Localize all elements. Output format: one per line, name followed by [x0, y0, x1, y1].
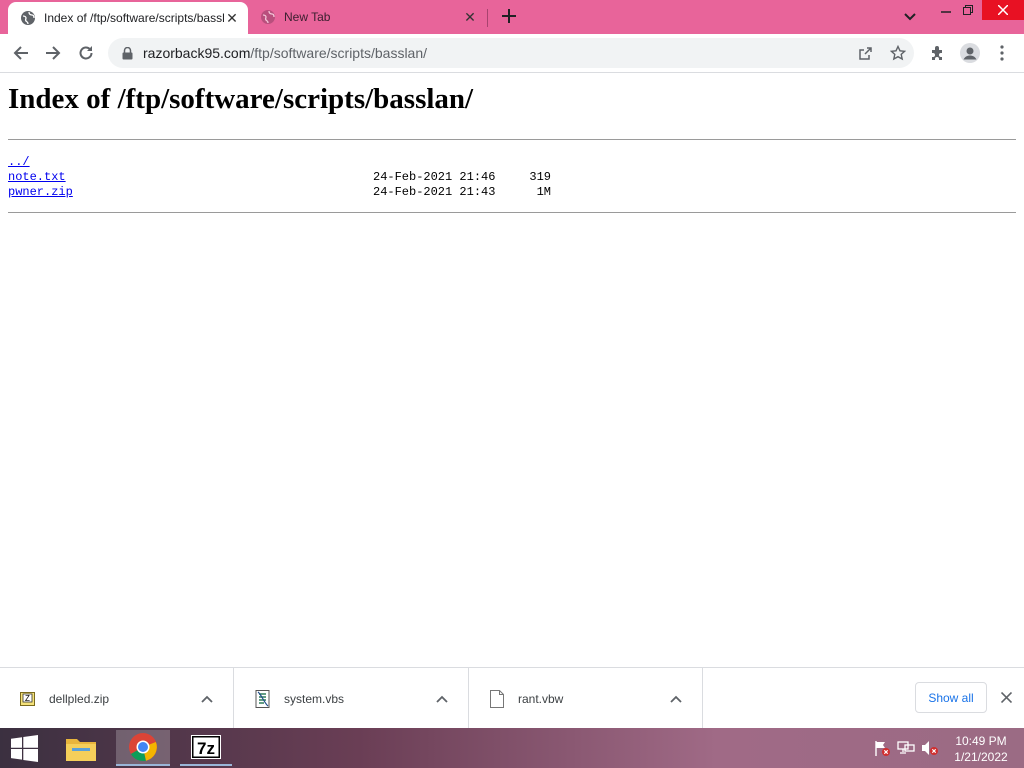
tab-divider [487, 9, 488, 27]
file-listing: ../ note.txt 24-Feb-2021 21:46 319 pwner… [8, 155, 568, 200]
menu-kebab-icon[interactable] [989, 40, 1015, 66]
system-clock[interactable]: 10:49 PM 1/21/2022 [946, 733, 1016, 765]
forward-button[interactable] [40, 40, 66, 66]
url-text[interactable]: razorback95.com/ftp/software/scripts/bas… [143, 45, 427, 61]
close-tab-icon[interactable]: ✕ [224, 10, 240, 26]
network-icon[interactable] [897, 740, 915, 756]
tab-active[interactable]: Index of /ftp/software/scripts/basslan/ … [8, 2, 248, 34]
download-filename: dellpled.zip [49, 691, 110, 706]
file-date: 24-Feb-2021 21:46 [373, 170, 496, 184]
restore-button[interactable] [956, 0, 980, 20]
list-item: ../ [8, 155, 568, 170]
zip-file-icon: Z [20, 690, 36, 708]
chevron-up-icon[interactable] [666, 689, 686, 709]
file-date: 24-Feb-2021 21:43 [373, 185, 496, 199]
download-item[interactable]: Z dellpled.zip [0, 668, 234, 729]
extensions-puzzle-icon[interactable] [925, 40, 951, 66]
list-item: pwner.zip 24-Feb-2021 21:43 1M [8, 185, 568, 200]
reload-button[interactable] [73, 40, 99, 66]
svg-text:Z: Z [25, 694, 30, 703]
new-tab-button[interactable] [498, 5, 520, 27]
windows-start-icon[interactable] [0, 728, 48, 768]
script-file-icon [255, 689, 271, 708]
globe-icon [20, 10, 36, 26]
close-tab-icon[interactable]: ✕ [462, 9, 478, 25]
divider [8, 139, 1016, 140]
download-item[interactable]: system.vbs [235, 668, 469, 729]
file-size: 1M [536, 185, 551, 199]
lock-icon[interactable] [120, 46, 134, 60]
chrome-icon[interactable] [116, 730, 170, 766]
chevron-down-icon[interactable] [900, 8, 920, 26]
bookmark-star-icon[interactable] [889, 44, 907, 62]
file-link[interactable]: note.txt [8, 170, 66, 185]
address-bar[interactable]: razorback95.com/ftp/software/scripts/bas… [108, 38, 914, 68]
tab-title: Index of /ftp/software/scripts/basslan/ [44, 11, 224, 25]
page-content: Index of /ftp/software/scripts/basslan/ … [0, 73, 1024, 667]
globe-icon [260, 9, 276, 25]
7zip-icon[interactable]: 7z [180, 730, 232, 766]
file-link[interactable]: pwner.zip [8, 185, 73, 200]
url-path: /ftp/software/scripts/basslan/ [250, 45, 428, 61]
show-all-button[interactable]: Show all [915, 682, 987, 713]
action-center-flag-icon[interactable] [873, 740, 891, 756]
close-icon[interactable] [997, 688, 1015, 706]
chevron-up-icon[interactable] [432, 689, 452, 709]
chevron-up-icon[interactable] [197, 689, 217, 709]
tab-new-tab[interactable]: New Tab ✕ [250, 0, 486, 34]
browser-toolbar: razorback95.com/ftp/software/scripts/bas… [0, 34, 1024, 73]
windows-taskbar: 7z 10:49 PM 1/21/2022 [0, 728, 1024, 768]
file-size: 319 [529, 170, 551, 184]
close-window-button[interactable] [982, 0, 1024, 20]
svg-text:7z: 7z [197, 739, 215, 758]
parent-directory-link[interactable]: ../ [8, 155, 30, 170]
volume-muted-icon[interactable] [921, 740, 939, 756]
download-filename: rant.vbw [518, 691, 564, 706]
clock-date: 1/21/2022 [954, 750, 1008, 764]
clock-time: 10:49 PM [955, 734, 1007, 748]
download-filename: system.vbs [284, 691, 345, 706]
downloads-shelf: Z dellpled.zip system.vbs rant.vbw Show … [0, 667, 1024, 729]
profile-avatar-icon[interactable] [957, 40, 983, 66]
tab-strip: Index of /ftp/software/scripts/basslan/ … [0, 0, 1024, 34]
minimize-button[interactable] [934, 0, 958, 20]
url-host: razorback95.com [143, 45, 251, 61]
list-item: note.txt 24-Feb-2021 21:46 319 [8, 170, 568, 185]
page-title: Index of /ftp/software/scripts/basslan/ [8, 83, 474, 115]
tab-title: New Tab [284, 10, 331, 24]
download-item[interactable]: rant.vbw [469, 668, 703, 729]
blank-file-icon [489, 689, 505, 708]
back-button[interactable] [8, 40, 34, 66]
divider [8, 212, 1016, 213]
share-icon[interactable] [856, 44, 874, 62]
file-explorer-icon[interactable] [57, 730, 105, 766]
